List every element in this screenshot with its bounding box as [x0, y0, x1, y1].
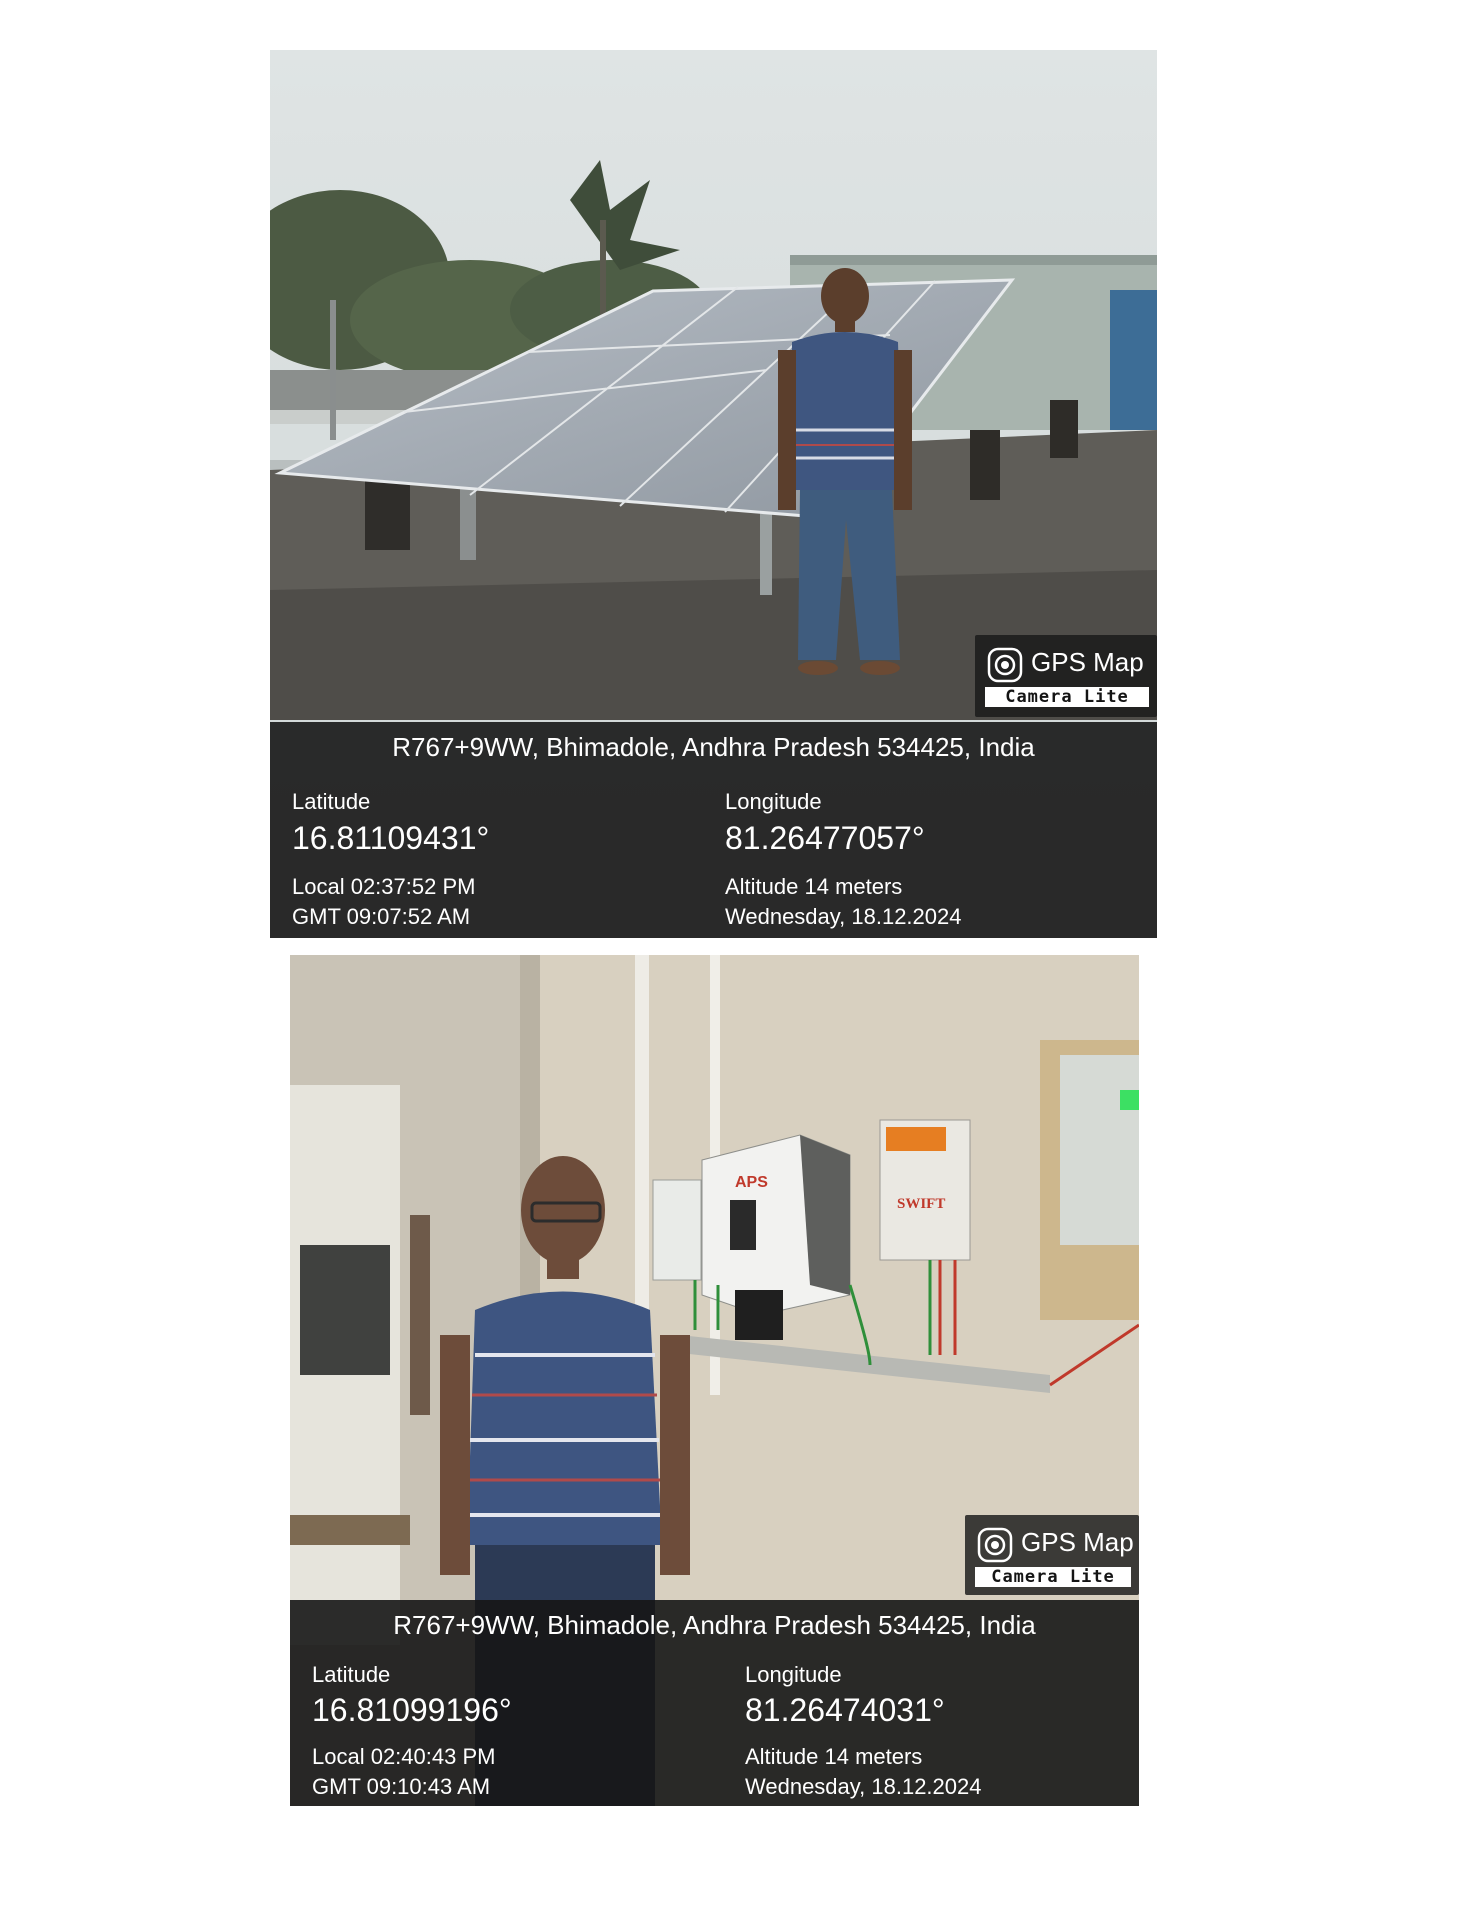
address-text: R767+9WW, Bhimadole, Andhra Pradesh 5344… — [392, 732, 1035, 762]
altitude-text: Altitude 14 meters — [745, 1744, 923, 1769]
gps-info-panel: R767+9WW, Bhimadole, Andhra Pradesh 5344… — [290, 1600, 1139, 1806]
badge-subtitle: Camera Lite — [975, 1567, 1131, 1587]
date-text: Wednesday, 18.12.2024 — [745, 1774, 982, 1799]
longitude-label: Longitude — [745, 1662, 842, 1687]
date-text: Wednesday, 18.12.2024 — [725, 904, 962, 929]
gmt-time: GMT 09:10:43 AM — [312, 1774, 491, 1799]
camera-icon — [987, 647, 1023, 683]
junction-box: SWIFT — [879, 1119, 971, 1261]
geotagged-photo-rooftop-solar: GPS Map Camera Lite R767+9WW, Bhimadole,… — [270, 50, 1157, 938]
geotagged-photo-inverter: APS SWIFT GPS Map Camera Lite R767+9WW, … — [290, 955, 1139, 1806]
address-text: R767+9WW, Bhimadole, Andhra Pradesh 5344… — [393, 1610, 1036, 1640]
gps-map-camera-badge: GPS Map Camera Lite — [975, 635, 1157, 717]
longitude-label: Longitude — [725, 789, 822, 814]
latitude-label: Latitude — [312, 1662, 391, 1687]
camera-icon — [977, 1527, 1013, 1563]
local-time: Local 02:40:43 PM — [312, 1744, 496, 1769]
longitude-value: 81.26477057° — [725, 820, 925, 856]
inverter-brand-label: APS — [735, 1174, 768, 1191]
badge-title: GPS Map — [1031, 647, 1144, 677]
latitude-value: 16.81099196° — [312, 1692, 512, 1728]
gps-map-camera-badge: GPS Map Camera Lite — [965, 1515, 1139, 1595]
altitude-text: Altitude 14 meters — [725, 874, 903, 899]
local-time: Local 02:37:52 PM — [292, 874, 476, 899]
latitude-label: Latitude — [292, 789, 371, 814]
badge-title: GPS Map — [1021, 1527, 1134, 1557]
badge-subtitle: Camera Lite — [985, 687, 1149, 707]
longitude-value: 81.26474031° — [745, 1692, 945, 1728]
latitude-value: 16.81109431° — [292, 820, 490, 856]
gps-info-panel: R767+9WW, Bhimadole, Andhra Pradesh 5344… — [270, 722, 1157, 938]
gmt-time: GMT 09:07:52 AM — [292, 904, 471, 929]
box-brand-label: SWIFT — [897, 1196, 945, 1212]
